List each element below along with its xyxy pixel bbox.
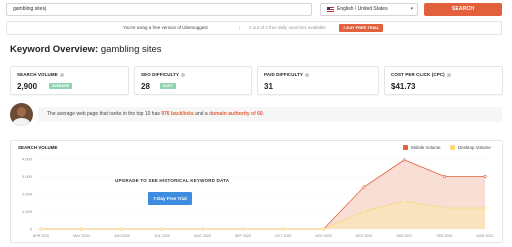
x-tick-label: NOV 2020 [315, 234, 332, 238]
avatar [10, 103, 33, 126]
notice-separator: | [239, 25, 241, 30]
metric-label: SEO DIFFICULTY [141, 72, 180, 77]
us-flag-icon [327, 7, 334, 12]
search-button[interactable]: SEARCH [424, 3, 502, 16]
data-point [443, 174, 447, 178]
page-title-keyword: gambling sites [100, 44, 162, 55]
info-icon[interactable] [59, 72, 64, 77]
y-tick-label: 0 [30, 227, 33, 232]
info-icon[interactable] [446, 72, 451, 77]
y-tick-label: 1,000 [22, 209, 33, 214]
page-title-prefix: Keyword Overview: [10, 44, 99, 55]
chevron-down-icon: ▾ [410, 6, 413, 12]
metric-card-search-volume: SEARCH VOLUME 2,900 AVERAGE [10, 66, 129, 95]
language-select-label: English / United States [337, 6, 388, 12]
backlinks-link[interactable]: 976 backlinks [161, 111, 194, 117]
metric-value: $41.73 [391, 82, 416, 91]
y-tick-label: 4,000 [22, 157, 33, 162]
upgrade-message: UPGRADE TO SEE HISTORICAL KEYWORD DATA [115, 178, 230, 183]
data-point [39, 227, 43, 231]
series-area-desktop [41, 201, 485, 229]
insight-banner: The average web page that ranks in the t… [38, 107, 502, 122]
language-select[interactable]: English / United States ▾ [320, 3, 418, 16]
y-tick-label: 3,000 [22, 174, 33, 179]
data-point [483, 206, 487, 210]
top-search-bar: gambling sites| English / United States … [0, 0, 512, 38]
metric-value: 28 [141, 82, 150, 91]
x-tick-label: MAY 2020 [73, 234, 89, 238]
data-point [402, 158, 406, 162]
domain-authority-link[interactable]: domain authority of 60 [209, 111, 263, 117]
x-tick-label: JAN 2021 [396, 234, 412, 238]
x-tick-label: JUN 2020 [114, 234, 130, 238]
status-badge: EASY [160, 83, 176, 89]
notice-search-count: 2 out of 3 free daily searches available [249, 25, 326, 30]
data-point [322, 227, 326, 231]
metric-label: SEARCH VOLUME [17, 72, 58, 77]
search-volume-chart: SEARCH VOLUME Mobile Volume Desktop Volu… [10, 140, 503, 243]
insight-text: and a [193, 111, 210, 117]
free-version-notice: You're using a free version of Ubersugge… [6, 21, 502, 35]
keyword-search-input[interactable]: gambling sites| [6, 3, 312, 16]
info-icon[interactable] [305, 72, 310, 77]
x-tick-label: JUL 2020 [154, 234, 169, 238]
metric-value: 31 [264, 82, 273, 91]
x-tick-label: OCT 2020 [275, 234, 292, 238]
data-point [200, 227, 204, 231]
data-point [120, 227, 124, 231]
x-tick-label: APR 2020 [33, 234, 49, 238]
y-tick-label: 2,000 [22, 192, 33, 197]
data-point [362, 210, 366, 214]
free-trial-chart-button[interactable]: 7-Day Free Trial [148, 192, 192, 205]
data-point [79, 227, 83, 231]
x-tick-label: SEP 2020 [235, 234, 251, 238]
metric-value: 2,900 [17, 82, 38, 91]
x-tick-label: DEC 2020 [356, 234, 373, 238]
x-tick-label: FEB 2021 [437, 234, 453, 238]
data-point [483, 174, 487, 178]
metric-label: COST PER CLICK (CPC) [391, 72, 445, 77]
data-point [362, 185, 366, 189]
data-point [402, 199, 406, 203]
data-point [160, 227, 164, 231]
info-icon[interactable] [181, 72, 186, 77]
x-tick-label: AUG 2020 [194, 234, 211, 238]
metric-card-cpc: COST PER CLICK (CPC) $41.73 [384, 66, 503, 95]
status-badge: AVERAGE [49, 83, 73, 89]
data-point [281, 227, 285, 231]
data-point [241, 227, 245, 231]
metric-card-paid-difficulty: PAID DIFFICULTY 31 [257, 66, 379, 95]
chart-plot: 0 1,000 2,000 3,000 4,000 APR 2020 MAY 2020 JUN… [22, 157, 494, 239]
insight-text: . [262, 111, 265, 117]
insight-text: The average web page that ranks in the t… [47, 111, 162, 117]
page-title: Keyword Overview: gambling sites [10, 44, 162, 55]
data-point [443, 206, 447, 210]
free-trial-button[interactable]: 7-DAY FREE TRIAL [339, 24, 384, 32]
notice-message: You're using a free version of Ubersugge… [123, 25, 208, 30]
metric-card-seo-difficulty: SEO DIFFICULTY 28 EASY [134, 66, 252, 95]
metric-label: PAID DIFFICULTY [264, 72, 304, 77]
x-tick-label: MAR 2021 [477, 234, 494, 238]
